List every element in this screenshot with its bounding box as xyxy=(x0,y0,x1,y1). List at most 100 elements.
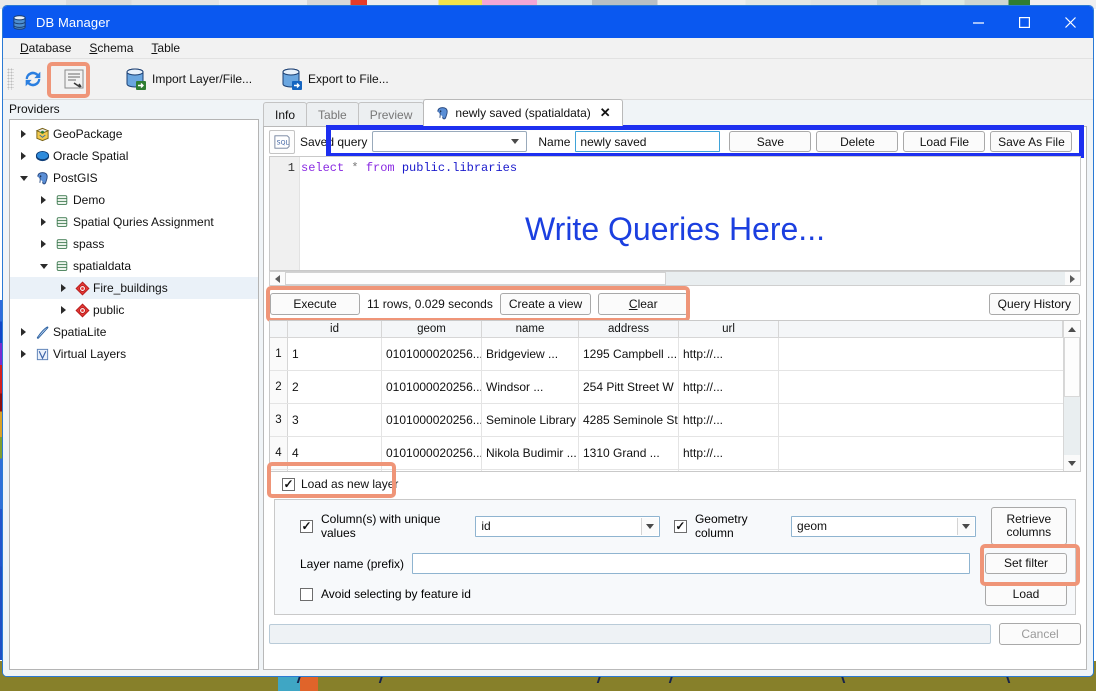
cell-geom[interactable]: 0101000020256... xyxy=(382,437,482,469)
load-button[interactable]: Load xyxy=(985,582,1067,606)
results-grid[interactable]: id geom name address url 1 1 0101000020256... B… xyxy=(269,320,1081,472)
tree-item-oracle-spatial[interactable]: Oracle Spatial xyxy=(10,145,258,167)
menu-schema[interactable]: Schema xyxy=(80,39,142,57)
unique-values-select[interactable]: id xyxy=(475,515,660,537)
refresh-button[interactable] xyxy=(16,63,50,96)
row-number[interactable]: 2 xyxy=(270,371,288,403)
row-number[interactable]: 5 xyxy=(270,470,288,471)
sql-editor[interactable]: 1 select * from public.libraries Write Q… xyxy=(269,156,1081,271)
cell-name[interactable]: Riverside Branch xyxy=(482,470,579,471)
close-button[interactable] xyxy=(1047,6,1093,38)
tree-item-postgis[interactable]: PostGIS xyxy=(10,167,258,189)
cell-name[interactable]: Seminole Library xyxy=(482,404,579,436)
chevron-right-icon[interactable] xyxy=(16,350,31,358)
maximize-button[interactable] xyxy=(1001,6,1047,38)
cell-address[interactable]: 6305 Wyandotte xyxy=(579,470,679,471)
table-row[interactable]: 2 2 0101000020256... Windsor ... 254 Pitt St… xyxy=(270,371,1063,404)
chevron-right-icon[interactable] xyxy=(16,328,31,336)
load-as-new-layer-checkbox[interactable] xyxy=(282,477,295,491)
geometry-column-select[interactable]: geom xyxy=(791,515,976,537)
scrollbar-thumb[interactable] xyxy=(285,272,666,285)
set-filter-button[interactable]: Set filter xyxy=(985,553,1067,574)
query-name-input[interactable]: newly saved xyxy=(575,131,721,152)
results-vertical-scrollbar[interactable] xyxy=(1063,321,1080,471)
unique-values-checkbox[interactable] xyxy=(300,519,313,533)
saved-query-combo[interactable] xyxy=(372,131,528,152)
tab-preview[interactable]: Preview xyxy=(357,102,425,126)
geometry-column-checkbox[interactable] xyxy=(673,519,687,533)
chevron-right-icon[interactable] xyxy=(16,130,31,138)
cell-geom[interactable]: 0101000020256... xyxy=(382,338,482,370)
cell-id[interactable]: 3 xyxy=(288,404,382,436)
tree-item-public[interactable]: public xyxy=(10,299,258,321)
cell-geom[interactable]: 0101000020256... xyxy=(382,371,482,403)
chevron-down-icon[interactable] xyxy=(956,517,974,535)
cell-url[interactable]: http://... xyxy=(679,437,779,469)
save-as-file-button[interactable]: Save As File xyxy=(990,131,1073,152)
chevron-right-icon[interactable] xyxy=(36,196,51,204)
table-row[interactable]: 550101000020256...Riverside Branch6305 W… xyxy=(270,470,1063,471)
table-row[interactable]: 4 4 0101000020256... Nikola Budimir ... 1310… xyxy=(270,437,1063,470)
tree-item-spass[interactable]: spass xyxy=(10,233,258,255)
scroll-down-icon[interactable] xyxy=(1064,455,1080,471)
cell-url[interactable]: http://... xyxy=(679,470,779,471)
tree-item-spatialdata[interactable]: spatialdata xyxy=(10,255,258,277)
import-layer-button[interactable]: Import Layer/File... xyxy=(118,63,258,96)
providers-tree[interactable]: GeoPackage Oracle Spatial PostGIS Demo Spati… xyxy=(9,119,259,670)
execute-button[interactable]: Execute xyxy=(270,293,360,315)
column-header-address[interactable]: address xyxy=(579,321,679,337)
cell-geom[interactable]: 0101000020256... xyxy=(382,404,482,436)
tree-item-demo[interactable]: Demo xyxy=(10,189,258,211)
tree-item-spatial-quries-assignment[interactable]: Spatial Quries Assignment xyxy=(10,211,258,233)
results-grid-body[interactable]: id geom name address url 1 1 0101000020256... B… xyxy=(270,321,1063,471)
sql-icon[interactable]: SQL xyxy=(269,129,295,154)
cancel-button[interactable]: Cancel xyxy=(999,623,1081,645)
tab-table[interactable]: Table xyxy=(306,102,359,126)
load-as-new-layer-row[interactable]: Load as new layer xyxy=(269,477,1081,491)
delete-button[interactable]: Delete xyxy=(816,131,899,152)
retrieve-columns-button[interactable]: Retrieve columns xyxy=(990,507,1067,545)
cell-name[interactable]: Windsor ... xyxy=(482,371,579,403)
cell-id[interactable]: 4 xyxy=(288,437,382,469)
table-row[interactable]: 1 1 0101000020256... Bridgeview ... 1295 Cam… xyxy=(270,338,1063,371)
load-file-button[interactable]: Load File xyxy=(903,131,986,152)
query-history-button[interactable]: Query History xyxy=(988,293,1080,315)
menu-table[interactable]: Table xyxy=(142,39,189,57)
cell-name[interactable]: Nikola Budimir ... xyxy=(482,437,579,469)
cell-url[interactable]: http://... xyxy=(679,338,779,370)
sql-window-button[interactable] xyxy=(56,63,92,96)
chevron-right-icon[interactable] xyxy=(16,152,31,160)
row-number[interactable]: 1 xyxy=(270,338,288,370)
export-to-file-button[interactable]: Export to File... xyxy=(274,63,395,96)
cell-address[interactable]: 254 Pitt Street W xyxy=(579,371,679,403)
tab-info[interactable]: Info xyxy=(263,102,308,126)
column-header-id[interactable]: id xyxy=(288,321,382,337)
cell-url[interactable]: http://... xyxy=(679,404,779,436)
tree-item-fire-buildings[interactable]: Fire_buildings xyxy=(10,277,258,299)
cell-geom[interactable]: 0101000020256... xyxy=(382,470,482,471)
chevron-down-icon[interactable] xyxy=(16,175,31,181)
scrollbar-track[interactable] xyxy=(665,272,1065,285)
chevron-right-icon[interactable] xyxy=(56,306,71,314)
chevron-down-icon[interactable] xyxy=(36,263,51,269)
editor-horizontal-scrollbar[interactable] xyxy=(269,271,1081,286)
cell-id[interactable]: 2 xyxy=(288,371,382,403)
cell-address[interactable]: 1310 Grand ... xyxy=(579,437,679,469)
save-button[interactable]: Save xyxy=(729,131,812,152)
create-view-button[interactable]: Create a view xyxy=(499,293,592,315)
column-header-name[interactable]: name xyxy=(482,321,579,337)
chevron-right-icon[interactable] xyxy=(36,218,51,226)
chevron-right-icon[interactable] xyxy=(36,240,51,248)
toolbar-grip[interactable] xyxy=(7,68,14,90)
cell-id[interactable]: 1 xyxy=(288,338,382,370)
layer-name-input[interactable] xyxy=(412,553,970,574)
row-number[interactable]: 4 xyxy=(270,437,288,469)
tree-item-geopackage[interactable]: GeoPackage xyxy=(10,123,258,145)
scroll-left-icon[interactable] xyxy=(270,272,285,285)
scrollbar-track-vertical[interactable] xyxy=(1064,397,1080,455)
menu-database[interactable]: Database xyxy=(11,39,80,57)
clear-button[interactable]: Clear xyxy=(598,293,689,315)
table-row[interactable]: 3 3 0101000020256... Seminole Library 4285 S… xyxy=(270,404,1063,437)
tree-item-spatialite[interactable]: SpatiaLite xyxy=(10,321,258,343)
cell-id[interactable]: 5 xyxy=(288,470,382,471)
